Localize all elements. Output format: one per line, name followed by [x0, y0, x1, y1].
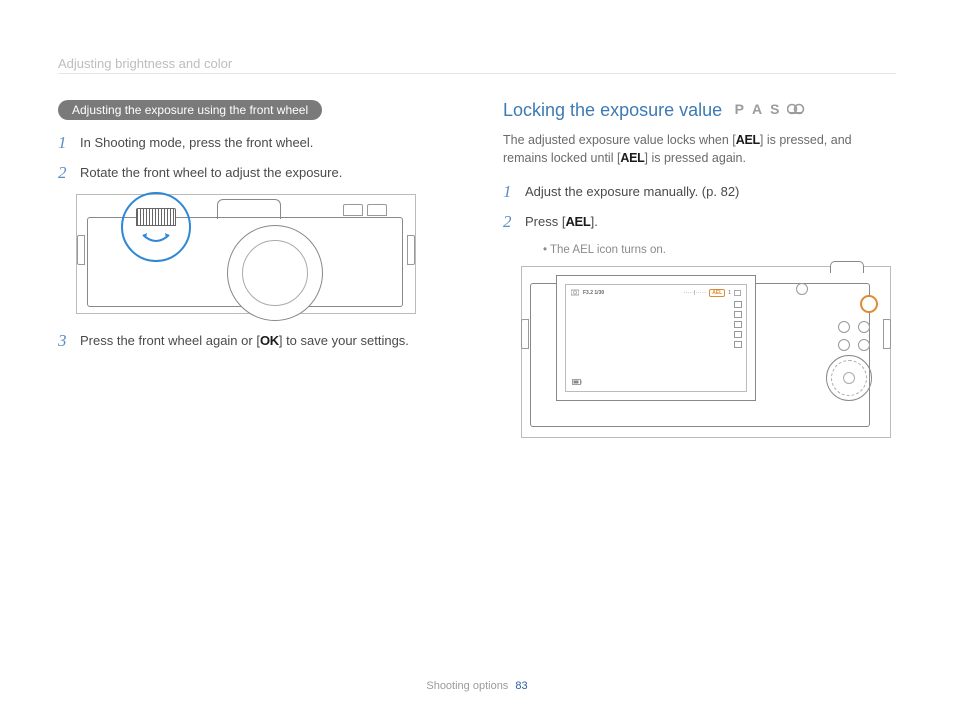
small-button	[858, 339, 870, 351]
section-heading-row: Locking the exposure value P A S	[503, 100, 896, 131]
section-lead: The adjusted exposure value locks when […	[503, 131, 896, 167]
ev-scale-icon: ·····|·····	[684, 290, 706, 296]
strap-lug-left	[521, 319, 529, 349]
strap-lug-right	[883, 319, 891, 349]
screen-option-icon	[734, 321, 742, 328]
step-text-prefix: Press the front wheel again or [	[80, 333, 260, 348]
small-button	[838, 321, 850, 333]
ael-physical-button-highlight	[860, 295, 878, 313]
shots-remaining: 1	[728, 290, 731, 296]
step-text: Rotate the front wheel to adjust the exp…	[80, 164, 342, 182]
content-columns: Adjusting the exposure using the front w…	[58, 100, 896, 456]
exposure-readout: F3.2 1/30	[583, 290, 604, 296]
step-text: In Shooting mode, press the front wheel.	[80, 134, 313, 152]
right-column: Locking the exposure value P A S The adj…	[503, 100, 896, 456]
lead-text: The adjusted exposure value locks when [	[503, 133, 736, 147]
mode-indicators: P A S	[735, 101, 806, 117]
mode-p: P	[735, 101, 746, 117]
right-steps: 1 Adjust the exposure manually. (p. 82) …	[503, 183, 896, 231]
left-steps: 1 In Shooting mode, press the front whee…	[58, 134, 451, 182]
screen-inner: F3.2 1/30 ·····|····· AEL 1	[565, 284, 747, 392]
header-rule	[58, 73, 896, 74]
strap-lug-left	[77, 235, 85, 265]
step-number: 2	[503, 213, 517, 231]
camera-front-illustration	[76, 194, 416, 314]
strap-lug-right	[407, 235, 415, 265]
mode-a: A	[752, 101, 764, 117]
left-steps-cont: 3 Press the front wheel again or [OK] to…	[58, 332, 451, 350]
small-button	[838, 339, 850, 351]
step-1: 1 Adjust the exposure manually. (p. 82)	[503, 183, 896, 201]
step-text: Press the front wheel again or [OK] to s…	[80, 332, 409, 350]
page-number: 83	[515, 680, 527, 692]
screen-side-icons	[734, 301, 742, 348]
step-text: Adjust the exposure manually. (p. 82)	[525, 183, 739, 201]
step-sub-bullet: The AEL icon turns on.	[543, 244, 896, 256]
step-text: Press [AEL].	[525, 213, 598, 231]
small-button	[796, 283, 808, 295]
camera-hump	[217, 199, 281, 219]
ael-button-label: AEL	[620, 151, 644, 165]
camera-screen: F3.2 1/30 ·····|····· AEL 1	[556, 275, 756, 401]
section-pill: Adjusting the exposure using the front w…	[58, 100, 322, 120]
running-head: Adjusting brightness and color	[58, 56, 896, 71]
ok-button-label: OK	[260, 333, 279, 348]
section-heading: Locking the exposure value	[503, 100, 722, 121]
screen-option-icon	[734, 301, 742, 308]
camera-lens	[227, 225, 323, 321]
control-dial-icon	[826, 355, 872, 401]
storage-icon	[734, 290, 741, 296]
screen-option-icon	[734, 341, 742, 348]
eyepiece-hump	[830, 261, 864, 273]
front-wheel-highlight	[121, 192, 191, 262]
front-wheel-icon	[136, 208, 176, 226]
screen-option-icon	[734, 331, 742, 338]
step-text-suffix: ].	[591, 214, 598, 229]
left-column: Adjusting the exposure using the front w…	[58, 100, 451, 456]
movie-mode-icon	[787, 103, 805, 115]
screen-option-icon	[734, 311, 742, 318]
step-number: 1	[503, 183, 517, 201]
ael-button-label: AEL	[565, 214, 590, 229]
lead-text: ] is pressed again.	[645, 151, 746, 165]
step-number: 1	[58, 134, 72, 152]
ael-button-label: AEL	[736, 133, 760, 147]
screen-top-row: F3.2 1/30 ·····|····· AEL 1	[566, 285, 746, 299]
step-2: 2 Rotate the front wheel to adjust the e…	[58, 164, 451, 182]
step-text-prefix: Press [	[525, 214, 565, 229]
camera-back-illustration: F3.2 1/30 ·····|····· AEL 1	[521, 266, 891, 438]
page-footer: Shooting options 83	[0, 680, 954, 692]
mode-s: S	[770, 101, 781, 117]
step-3: 3 Press the front wheel again or [OK] to…	[58, 332, 451, 350]
footer-section: Shooting options	[426, 680, 508, 692]
ael-badge-icon: AEL	[709, 289, 725, 297]
small-button	[858, 321, 870, 333]
step-text-suffix: ] to save your settings.	[279, 333, 409, 348]
step-2: 2 Press [AEL].	[503, 213, 896, 231]
step-number: 3	[58, 332, 72, 350]
battery-icon	[572, 379, 582, 385]
camera-mode-icon	[571, 289, 579, 296]
control-column	[790, 261, 880, 417]
rotate-arrow-icon	[139, 232, 173, 246]
step-number: 2	[58, 164, 72, 182]
step-1: 1 In Shooting mode, press the front whee…	[58, 134, 451, 152]
